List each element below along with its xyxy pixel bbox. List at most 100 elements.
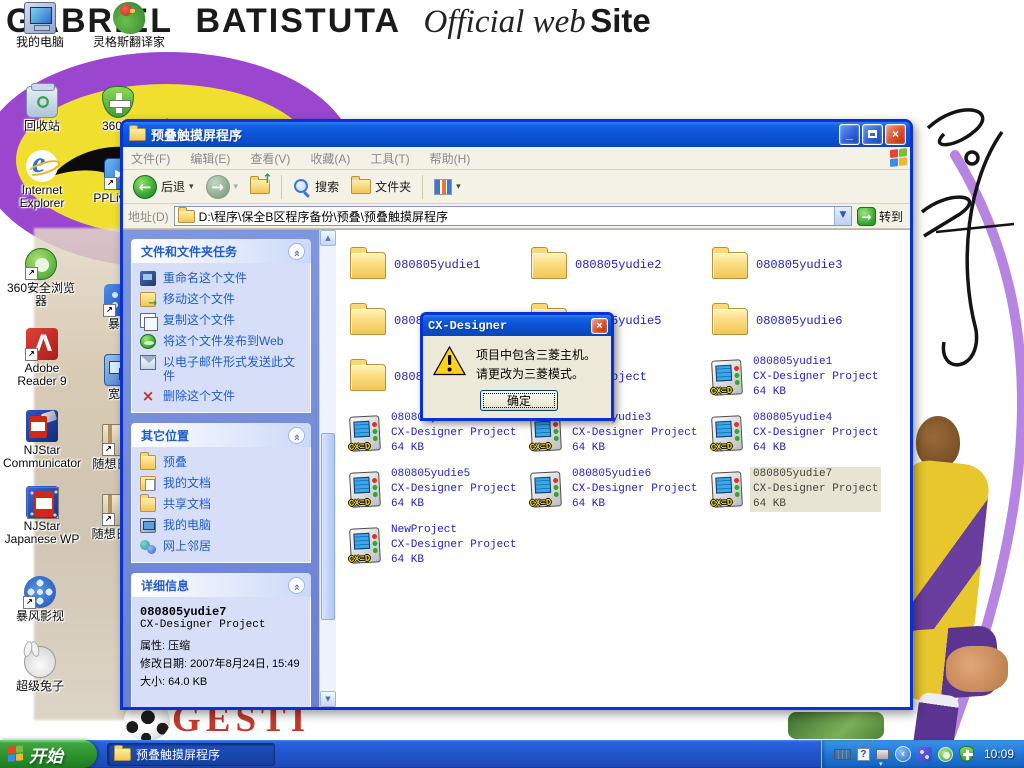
hide-icons-chevron-icon[interactable]: ‹ bbox=[895, 746, 911, 762]
internet-explorer-icon bbox=[26, 150, 58, 182]
go-button[interactable]: → 转到 bbox=[857, 207, 905, 226]
file-tasks-header[interactable]: 文件和文件夹任务 » bbox=[131, 239, 311, 263]
file-tasks-section: 文件和文件夹任务 » 重命名这个文件 移动这个文件 复制这个文件 将这个文件发布… bbox=[131, 239, 311, 413]
other-places-header[interactable]: 其它位置 » bbox=[131, 423, 311, 447]
menu-help[interactable]: 帮助(H) bbox=[430, 150, 471, 167]
toolbar-separator bbox=[422, 175, 423, 199]
desktop-icon-super-rabbit[interactable]: 超级兔子 bbox=[6, 646, 74, 693]
media-player-tray-icon[interactable] bbox=[917, 747, 932, 762]
project-tile[interactable]: NewProjectCX-Designer Project64 KB bbox=[344, 517, 525, 573]
rabbit-icon bbox=[24, 646, 56, 678]
adobe-reader-icon bbox=[26, 328, 58, 360]
shield-icon bbox=[102, 86, 134, 118]
file-name: 080805yudie3 bbox=[756, 258, 842, 272]
collapse-chevron-icon[interactable]: » bbox=[288, 243, 305, 260]
scroll-down-button[interactable]: ▼ bbox=[320, 691, 336, 707]
collapse-chevron-icon[interactable]: » bbox=[288, 427, 305, 444]
dialog-message-line1: 项目中包含三菱主机。 bbox=[476, 346, 596, 365]
file-type: CX-Designer Project bbox=[388, 426, 519, 441]
minimize-button[interactable]: _ bbox=[839, 124, 860, 145]
scroll-up-button[interactable]: ▲ bbox=[320, 230, 336, 246]
ok-button[interactable]: 确定 bbox=[480, 390, 558, 411]
back-button[interactable]: ← 后退 ▾ bbox=[129, 173, 198, 201]
folder-tile[interactable]: 080805yudie2 bbox=[525, 237, 706, 293]
collapse-chevron-icon[interactable]: » bbox=[288, 577, 305, 594]
address-path[interactable]: D:\程序\保全B区程序备份\预叠\预叠触摸屏程序 bbox=[199, 208, 834, 225]
forward-button[interactable]: → ▾ bbox=[202, 173, 243, 201]
menu-favorites[interactable]: 收藏(A) bbox=[310, 150, 350, 167]
folder-tile[interactable]: 080805yudie6 bbox=[706, 293, 886, 349]
place-yudie[interactable]: 预叠 bbox=[140, 455, 304, 470]
dialog-close-button[interactable]: × bbox=[591, 318, 608, 334]
cx-designer-icon bbox=[530, 471, 562, 508]
desktop-icon-internet-explorer[interactable]: Internet Explorer bbox=[6, 150, 78, 210]
chevron-down-icon: ▾ bbox=[234, 181, 239, 192]
place-my-computer[interactable]: 我的电脑 bbox=[140, 518, 304, 533]
scrollbar-track[interactable] bbox=[320, 246, 336, 691]
project-tile[interactable]: 080805yudie1CX-Designer Project64 KB bbox=[706, 349, 886, 405]
desktop-icon-recycle-bin[interactable]: 回收站 bbox=[10, 86, 74, 133]
place-network[interactable]: 网上邻居 bbox=[140, 539, 304, 554]
scrollbar-thumb[interactable] bbox=[321, 433, 335, 620]
search-button[interactable]: 搜索 bbox=[289, 176, 343, 198]
folder-tile[interactable]: 080805yudie1 bbox=[344, 237, 525, 293]
place-shared-documents[interactable]: 共享文档 bbox=[140, 497, 304, 512]
language-bar-icon[interactable] bbox=[876, 749, 889, 760]
shield-tray-icon[interactable] bbox=[959, 746, 974, 762]
place-label: 预叠 bbox=[163, 455, 187, 469]
menu-view[interactable]: 查看(V) bbox=[250, 150, 290, 167]
up-button[interactable] bbox=[246, 177, 274, 196]
task-pane: 文件和文件夹任务 » 重命名这个文件 移动这个文件 复制这个文件 将这个文件发布… bbox=[123, 230, 319, 707]
section-title: 文件和文件夹任务 bbox=[141, 243, 237, 260]
maximize-button[interactable] bbox=[862, 124, 883, 145]
details-header[interactable]: 详细信息 » bbox=[131, 573, 311, 597]
taskbar-task-explorer[interactable]: 预叠触摸屏程序 bbox=[107, 743, 275, 766]
folders-button[interactable]: 文件夹 bbox=[347, 176, 415, 197]
views-icon bbox=[434, 179, 452, 195]
cx-designer-dialog: CX-Designer × 项目中包含三菱主机。 请更改为三菱模式。 确定 bbox=[420, 312, 614, 421]
address-combo[interactable]: D:\程序\保全B区程序备份\预叠\预叠触摸屏程序 ▼ bbox=[174, 206, 852, 226]
dialog-message-line2: 请更改为三菱模式。 bbox=[476, 365, 596, 384]
desktop-icon-360-browser[interactable]: 360安全浏览器 bbox=[2, 248, 80, 308]
help-icon[interactable]: ? bbox=[857, 748, 870, 761]
my-computer-icon bbox=[24, 2, 56, 34]
menu-edit[interactable]: 编辑(E) bbox=[190, 150, 230, 167]
title-bar[interactable]: 预叠触摸屏程序 _ × bbox=[123, 122, 910, 147]
folder-icon bbox=[712, 308, 748, 335]
menu-file[interactable]: 文件(F) bbox=[131, 150, 170, 167]
desktop-icon-lingoes[interactable]: 灵格斯翻译家 bbox=[80, 2, 178, 49]
task-rename-file[interactable]: 重命名这个文件 bbox=[140, 271, 304, 286]
desktop-icon-storm-video[interactable]: 暴风影视 bbox=[6, 576, 74, 623]
email-icon bbox=[140, 355, 156, 370]
keyboard-icon[interactable] bbox=[834, 749, 851, 760]
folder-icon bbox=[129, 128, 146, 141]
desktop-icon-my-computer[interactable]: 我的电脑 bbox=[5, 2, 75, 49]
project-tile[interactable]: 080805yudie5CX-Designer Project64 KB bbox=[344, 461, 525, 517]
desktop-icon-njstar-communicator[interactable]: NJStar Communicator bbox=[0, 410, 84, 470]
project-tile[interactable]: 080805yudie4CX-Designer Project64 KB bbox=[706, 405, 886, 461]
explorer-bar-scrollbar[interactable]: ▲ ▼ bbox=[319, 230, 336, 707]
close-button[interactable]: × bbox=[885, 124, 906, 145]
dialog-title-bar[interactable]: CX-Designer × bbox=[423, 315, 611, 336]
place-my-documents[interactable]: 我的文档 bbox=[140, 476, 304, 491]
views-button[interactable]: ▾ bbox=[430, 177, 465, 197]
desktop-icon-njstar-japanese[interactable]: NJStar Japanese WP bbox=[0, 486, 84, 546]
project-tile[interactable]: 080805yudie6CX-Designer Project64 KB bbox=[525, 461, 706, 517]
my-documents-icon bbox=[140, 476, 156, 491]
menu-tools[interactable]: 工具(T) bbox=[370, 150, 409, 167]
start-button[interactable]: 开始 bbox=[0, 740, 97, 768]
address-dropdown-button[interactable]: ▼ bbox=[834, 207, 851, 225]
project-tile-selected[interactable]: 080805yudie7CX-Designer Project64 KB bbox=[706, 461, 886, 517]
task-move-file[interactable]: 移动这个文件 bbox=[140, 292, 304, 307]
desktop-icon-adobe-reader[interactable]: Adobe Reader 9 bbox=[4, 328, 80, 388]
publish-web-icon bbox=[140, 334, 156, 349]
folder-tile[interactable]: 080805yudie3 bbox=[706, 237, 886, 293]
details-file-name: 080805yudie7 bbox=[140, 605, 304, 619]
task-delete-file[interactable]: ×删除这个文件 bbox=[140, 389, 304, 404]
antivirus-tray-icon[interactable] bbox=[938, 747, 953, 762]
file-name: 080805yudie7 bbox=[750, 467, 881, 482]
task-copy-file[interactable]: 复制这个文件 bbox=[140, 313, 304, 328]
task-email-file[interactable]: 以电子邮件形式发送此文件 bbox=[140, 355, 304, 383]
system-tray: ? ‹ 10:09 bbox=[821, 740, 1024, 768]
task-publish-file[interactable]: 将这个文件发布到Web bbox=[140, 334, 304, 349]
